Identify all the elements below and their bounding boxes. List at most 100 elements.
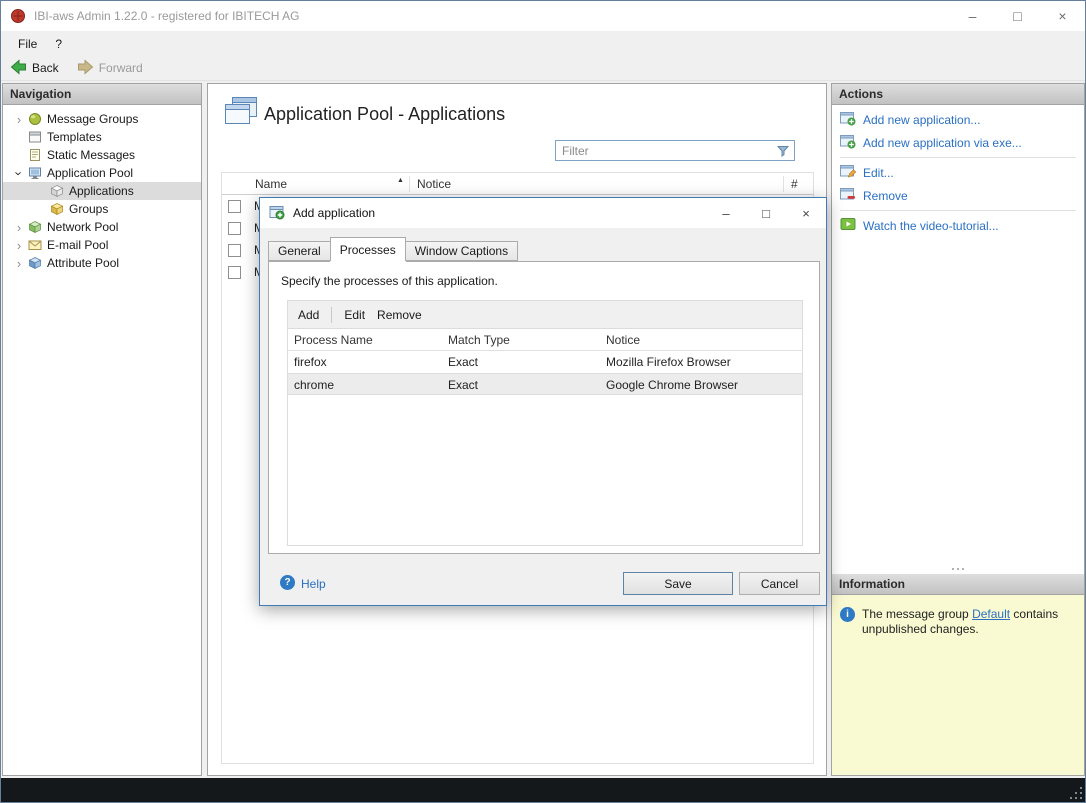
column-header-process-name[interactable]: Process Name: [294, 333, 373, 347]
column-header-match-type[interactable]: Match Type: [448, 333, 510, 347]
add-application-exe-icon: [840, 134, 856, 152]
column-header-number[interactable]: #: [791, 177, 798, 191]
column-header-notice[interactable]: Notice: [606, 333, 640, 347]
help-icon: ?: [280, 575, 295, 590]
tab-processes[interactable]: Processes: [329, 237, 406, 261]
nav-item-applications[interactable]: › Applications: [3, 182, 201, 200]
actions-list: Add new application... Add new applicati…: [832, 108, 1084, 237]
add-process-button[interactable]: Add: [298, 308, 319, 322]
application-pool-icon: [27, 166, 43, 180]
message-groups-icon: [27, 112, 43, 126]
chevron-right-icon[interactable]: ›: [11, 221, 27, 234]
application-checkbox[interactable]: [228, 243, 241, 257]
information-header: Information: [832, 574, 1084, 595]
dialog-close-button[interactable]: ×: [786, 198, 826, 228]
maximize-button[interactable]: □: [995, 1, 1040, 31]
column-header-name[interactable]: Name: [255, 177, 287, 191]
applications-page-icon: [224, 96, 258, 129]
default-message-group-link[interactable]: Default: [972, 607, 1010, 621]
groups-icon: [49, 202, 65, 216]
column-header-notice[interactable]: Notice: [417, 177, 451, 191]
action-label: Watch the video-tutorial...: [863, 218, 999, 233]
chevron-right-icon[interactable]: ›: [11, 257, 27, 270]
dialog-maximize-button[interactable]: □: [746, 198, 786, 228]
action-watch-video-tutorial[interactable]: Watch the video-tutorial...: [832, 214, 1084, 237]
sort-ascending-icon: ▲: [397, 177, 404, 184]
menu-help[interactable]: ?: [46, 34, 71, 54]
dialog-title: Add application: [293, 206, 376, 220]
forward-arrow-icon: [77, 58, 94, 78]
minimize-button[interactable]: –: [950, 1, 995, 31]
navigation-header: Navigation: [3, 84, 201, 105]
filter-input[interactable]: [556, 143, 772, 158]
application-checkbox[interactable]: [228, 199, 241, 213]
remove-process-button[interactable]: Remove: [377, 308, 422, 322]
nav-item-templates[interactable]: › Templates: [3, 128, 201, 146]
process-name-cell: firefox: [294, 355, 327, 369]
chevron-right-icon[interactable]: ›: [11, 239, 27, 252]
cancel-button[interactable]: Cancel: [739, 572, 820, 595]
resize-grip-icon[interactable]: [1069, 786, 1082, 799]
information-text: The message group: [862, 607, 973, 621]
save-button[interactable]: Save: [623, 572, 733, 595]
menu-file[interactable]: File: [9, 34, 46, 54]
nav-item-attribute-pool[interactable]: › Attribute Pool: [3, 254, 201, 272]
information-header-label: Information: [839, 577, 905, 591]
separator: [840, 157, 1076, 158]
right-panel: Actions Add new application... Add new a…: [831, 83, 1085, 776]
nav-item-label: Message Groups: [47, 112, 139, 126]
applications-icon: [49, 184, 65, 198]
filter-icon[interactable]: [772, 141, 794, 160]
process-row-firefox[interactable]: firefox Exact Mozilla Firefox Browser: [288, 351, 802, 373]
edit-process-button[interactable]: Edit: [344, 308, 365, 322]
nav-item-label: Static Messages: [47, 148, 136, 162]
dialog-window-controls: – □ ×: [706, 198, 826, 228]
nav-item-message-groups[interactable]: › Message Groups: [3, 110, 201, 128]
actions-header: Actions: [832, 84, 1084, 105]
processes-tab-content: Specify the processes of this applicatio…: [268, 261, 820, 554]
nav-item-network-pool[interactable]: › Network Pool: [3, 218, 201, 236]
tab-general[interactable]: General: [268, 241, 331, 261]
email-pool-icon: [27, 238, 43, 252]
dialog-minimize-button[interactable]: –: [706, 198, 746, 228]
processes-list: Add Edit Remove Process Name Match Type …: [287, 300, 803, 546]
nav-item-label: Attribute Pool: [47, 256, 120, 270]
video-tutorial-icon: [840, 217, 856, 234]
nav-item-label: Applications: [69, 184, 134, 198]
action-edit[interactable]: Edit...: [832, 161, 1084, 184]
application-checkbox[interactable]: [228, 221, 241, 235]
application-checkbox[interactable]: [228, 265, 241, 279]
splitter-grip[interactable]: [832, 565, 1084, 573]
menu-bar: File ?: [1, 31, 1085, 56]
action-add-new-application-via-exe[interactable]: Add new application via exe...: [832, 131, 1084, 154]
filter-box: [555, 140, 795, 161]
nav-item-label: Network Pool: [47, 220, 119, 234]
window-controls: – □ ×: [950, 1, 1085, 31]
tab-window-captions[interactable]: Window Captions: [404, 241, 519, 261]
chevron-right-icon[interactable]: ›: [11, 113, 27, 126]
help-link[interactable]: Help: [301, 577, 326, 591]
nav-item-label: E-mail Pool: [47, 238, 109, 252]
action-remove[interactable]: Remove: [832, 184, 1084, 207]
back-button[interactable]: Back: [1, 56, 68, 80]
nav-item-static-messages[interactable]: › Static Messages: [3, 146, 201, 164]
forward-button[interactable]: Forward: [68, 56, 152, 80]
close-button[interactable]: ×: [1040, 1, 1085, 31]
action-label: Remove: [863, 188, 908, 203]
back-label: Back: [32, 61, 59, 75]
dialog-footer: ? Help Save Cancel: [260, 554, 826, 605]
match-type-cell: Exact: [448, 355, 479, 369]
back-arrow-icon: [10, 58, 27, 78]
navigation-tree: › Message Groups › Templates › Static Me…: [3, 105, 201, 272]
nav-item-label: Groups: [69, 202, 109, 216]
process-row-chrome[interactable]: chrome Exact Google Chrome Browser: [288, 373, 802, 395]
nav-item-groups[interactable]: › Groups: [3, 200, 201, 218]
nav-item-application-pool[interactable]: › Application Pool: [3, 164, 201, 182]
remove-icon: [840, 187, 856, 205]
action-add-new-application[interactable]: Add new application...: [832, 108, 1084, 131]
processes-description: Specify the processes of this applicatio…: [281, 274, 498, 288]
chevron-down-icon[interactable]: ›: [12, 165, 27, 181]
window-title: IBI-aws Admin 1.22.0 - registered for IB…: [34, 9, 300, 23]
processes-toolbar: Add Edit Remove: [288, 301, 802, 329]
nav-item-email-pool[interactable]: › E-mail Pool: [3, 236, 201, 254]
